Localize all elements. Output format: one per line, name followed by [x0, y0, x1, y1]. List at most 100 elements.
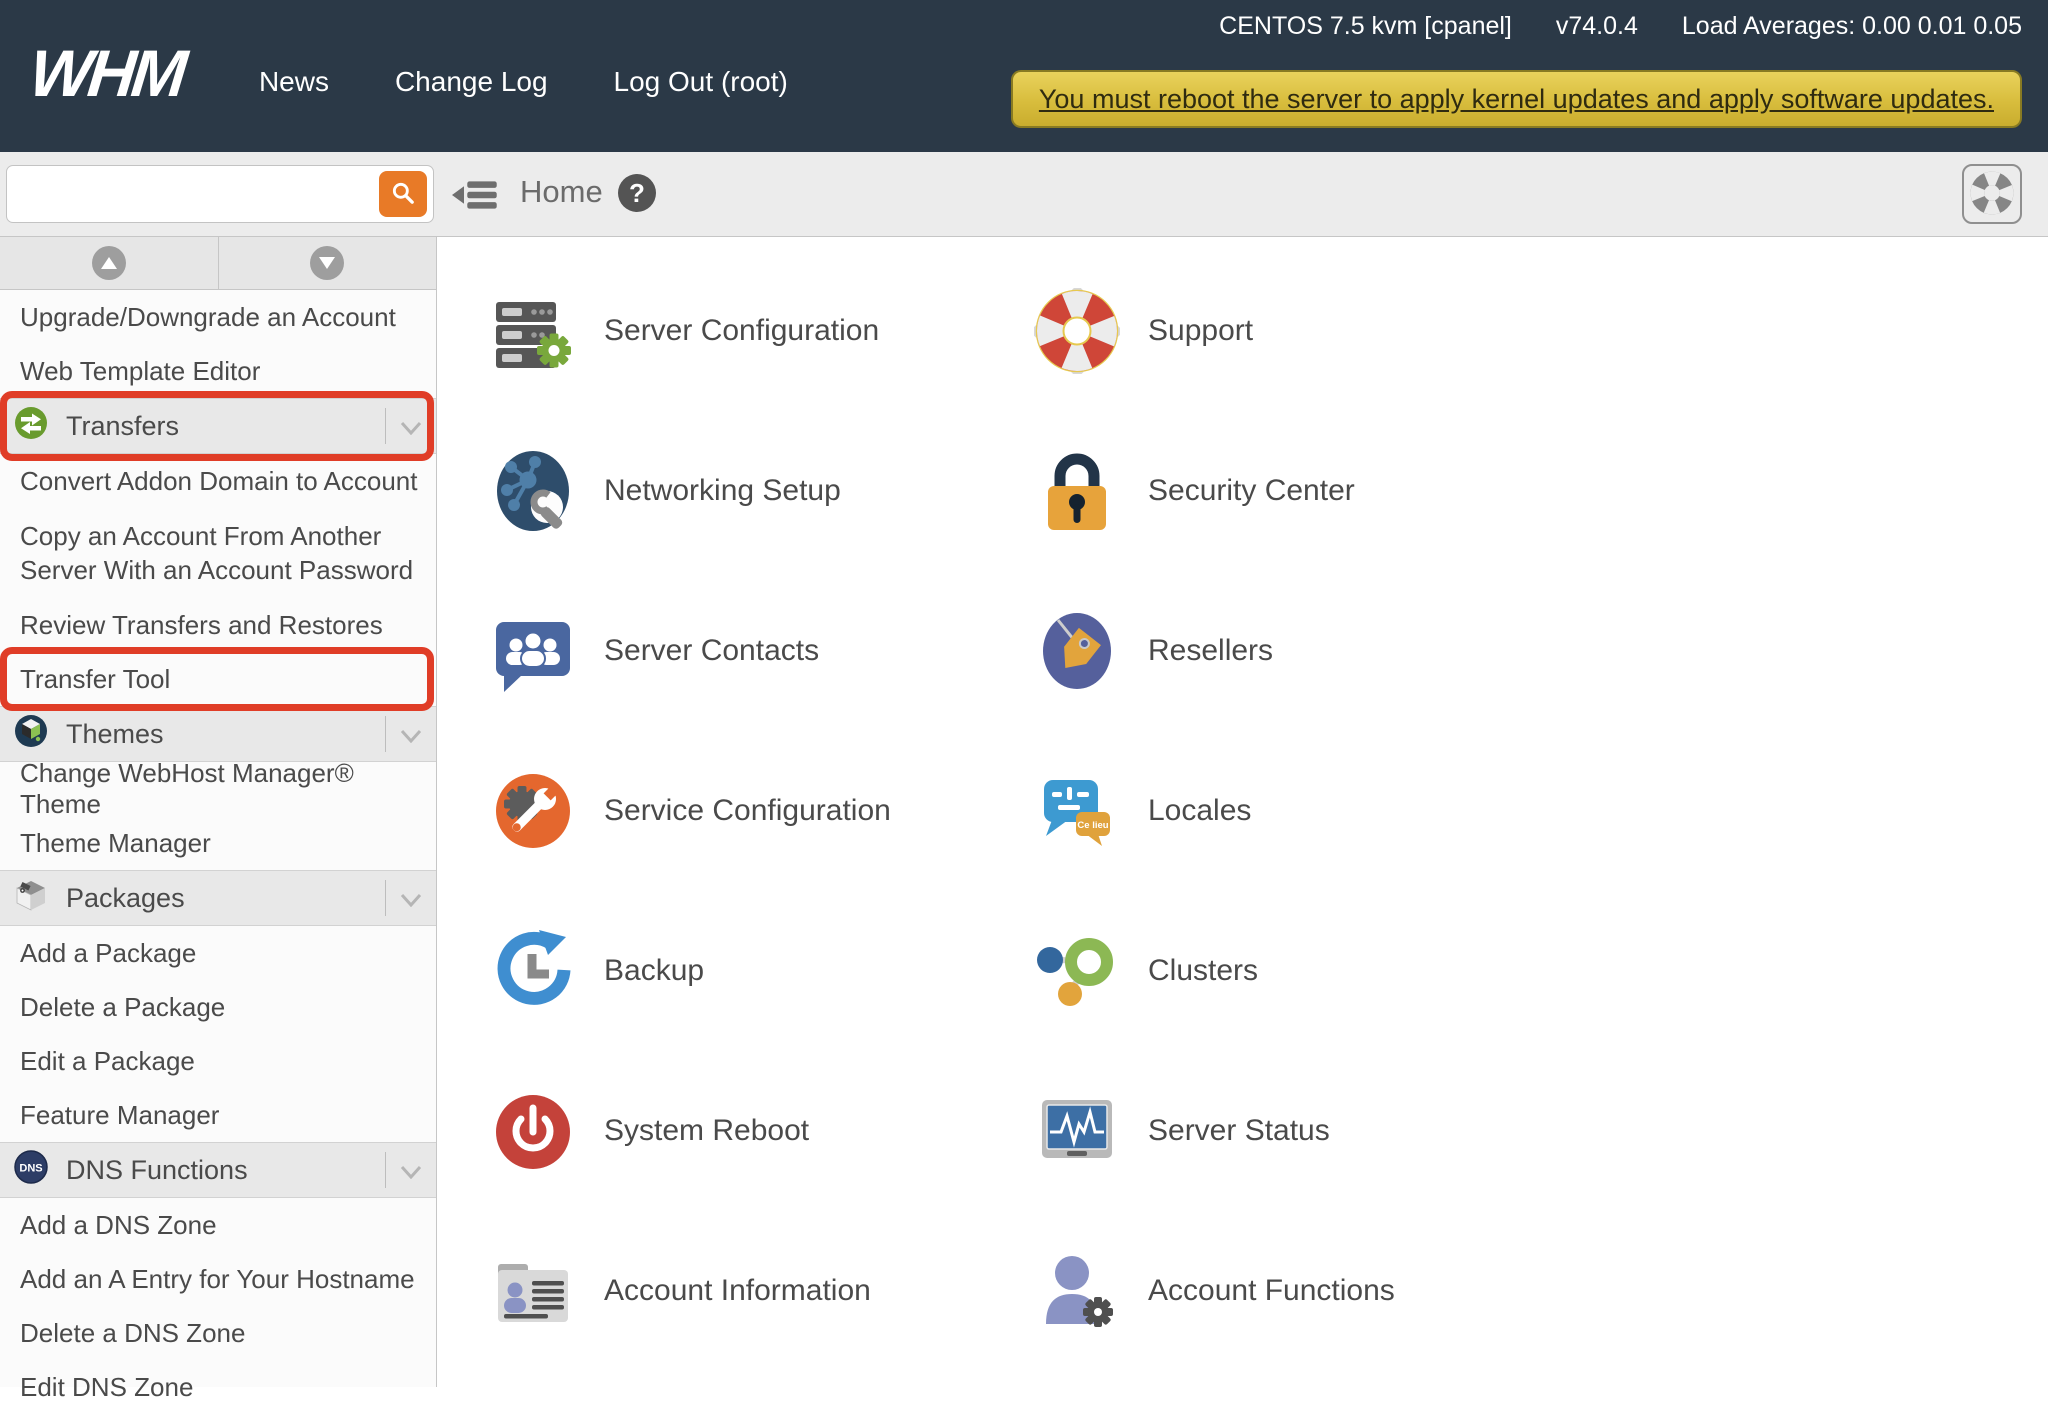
chevron-down-icon[interactable]	[400, 719, 422, 750]
scroll-up-button[interactable]	[0, 237, 219, 289]
help-icon[interactable]: ?	[618, 174, 656, 212]
sidebar-item-label: Copy an Account From Another Server With…	[20, 520, 414, 585]
chevron-down-icon[interactable]	[400, 883, 422, 914]
system-reboot-icon	[490, 1088, 576, 1174]
tile-service-configuration[interactable]: Service Configuration	[490, 731, 891, 891]
sidebar-item-review-transfers-restores[interactable]: Review Transfers and Restores	[0, 598, 436, 652]
sidebar-item-label: Change WebHost Manager® Theme	[20, 758, 354, 819]
sidebar-scroll-controls	[0, 237, 436, 290]
tile-label: Backup	[604, 954, 705, 987]
sidebar-search	[6, 165, 434, 223]
sidebar-item-theme-manager[interactable]: Theme Manager	[0, 816, 436, 870]
section-divider	[385, 408, 386, 444]
nav-log-out[interactable]: Log Out (root)	[614, 66, 788, 98]
dns-icon: DNS	[14, 1149, 48, 1191]
breadcrumb[interactable]: Home	[520, 174, 603, 210]
transfers-icon	[14, 406, 48, 447]
section-divider	[385, 1152, 386, 1188]
tile-label: Clusters	[1148, 954, 1259, 987]
tile-label: Locales	[1148, 794, 1252, 827]
sidebar-item-label: Delete a Package	[20, 991, 226, 1022]
sidebar-item-edit-dns-zone[interactable]: Edit DNS Zone	[0, 1360, 436, 1414]
sidebar-section-dns-functions[interactable]: DNS DNS Functions	[0, 1142, 436, 1198]
clusters-icon	[1034, 928, 1120, 1014]
arrow-up-icon	[91, 246, 126, 280]
sidebar-item-delete-package[interactable]: Delete a Package	[0, 980, 436, 1034]
tile-account-functions[interactable]: Account Functions	[1034, 1211, 1395, 1371]
themes-icon	[14, 714, 48, 755]
sidebar-item-web-template-editor[interactable]: Web Template Editor	[0, 344, 436, 398]
sidebar-item-add-a-entry-hostname[interactable]: Add an A Entry for Your Hostname	[0, 1252, 436, 1306]
tile-label: Server Status	[1148, 1114, 1330, 1147]
sidebar-item-add-dns-zone[interactable]: Add a DNS Zone	[0, 1198, 436, 1252]
help-symbol: ?	[629, 177, 645, 208]
whm-version: v74.0.4	[1555, 12, 1638, 40]
sidebar-item-transfer-tool[interactable]: Transfer Tool	[0, 647, 436, 711]
sidebar-item-label: Feature Manager	[20, 1099, 220, 1130]
tile-system-reboot[interactable]: System Reboot	[490, 1051, 809, 1211]
tile-row: Server Configuration Support	[438, 251, 2048, 411]
backup-icon	[490, 928, 576, 1014]
tile-label: Service Configuration	[604, 794, 891, 827]
tile-networking-setup[interactable]: Networking Setup	[490, 411, 841, 571]
tile-server-status[interactable]: Server Status	[1034, 1051, 1330, 1211]
sidebar-section-themes[interactable]: Themes	[0, 706, 436, 762]
top-bar: WHM News Change Log Log Out (root) CENTO…	[0, 0, 2048, 152]
arrow-down-icon	[310, 246, 345, 280]
whm-logo[interactable]: WHM	[26, 36, 197, 110]
system-info: CENTOS 7.5 kvm [cpanel] v74.0.4 Load Ave…	[1219, 12, 2022, 41]
sidebar-item-delete-dns-zone[interactable]: Delete a DNS Zone	[0, 1306, 436, 1360]
sidebar-item-edit-package[interactable]: Edit a Package	[0, 1034, 436, 1088]
chevron-down-icon[interactable]	[400, 411, 422, 442]
svg-text:DNS: DNS	[19, 1162, 42, 1174]
tile-server-contacts[interactable]: Server Contacts	[490, 571, 819, 731]
tile-security-center[interactable]: Security Center	[1034, 411, 1355, 571]
server-status-icon	[1034, 1088, 1120, 1174]
sidebar-section-packages[interactable]: Packages	[0, 870, 436, 926]
packages-icon	[14, 878, 48, 919]
sidebar-section-label: Packages	[66, 882, 185, 913]
tile-row: Server Contacts Resellers	[438, 571, 2048, 731]
sidebar-item-label: Add a DNS Zone	[20, 1209, 217, 1240]
chevron-down-icon[interactable]	[400, 1155, 422, 1186]
locales-icon: Ce lieu	[1034, 768, 1120, 854]
sidebar-item-feature-manager[interactable]: Feature Manager	[0, 1088, 436, 1142]
tile-server-configuration[interactable]: Server Configuration	[490, 251, 879, 411]
nav-news[interactable]: News	[259, 66, 329, 98]
tile-clusters[interactable]: Clusters	[1034, 891, 1258, 1051]
tile-label: Account Functions	[1148, 1274, 1395, 1307]
sidebar-section-transfers[interactable]: Transfers	[0, 391, 436, 461]
account-functions-icon	[1034, 1248, 1120, 1334]
collapse-sidebar-icon[interactable]	[452, 176, 500, 219]
server-contacts-icon	[490, 608, 576, 694]
tile-backup[interactable]: Backup	[490, 891, 704, 1051]
tile-resellers[interactable]: Resellers	[1034, 571, 1273, 731]
security-center-icon	[1034, 448, 1120, 534]
main-content: Server Configuration Support Networking …	[438, 238, 2048, 1387]
support-icon	[1029, 284, 1124, 379]
search-button[interactable]	[379, 171, 427, 217]
sidebar-item-add-package[interactable]: Add a Package	[0, 926, 436, 980]
service-configuration-icon	[490, 768, 576, 854]
sidebar-item-change-whm-theme[interactable]: Change WebHost Manager® Theme	[0, 758, 436, 819]
support-corner-button[interactable]	[1962, 164, 2022, 224]
tile-account-information[interactable]: Account Information	[490, 1211, 871, 1371]
tile-label: Security Center	[1148, 474, 1355, 507]
tile-label: Networking Setup	[604, 474, 841, 507]
search-input[interactable]	[7, 178, 379, 210]
reboot-alert-banner[interactable]: You must reboot the server to apply kern…	[1010, 70, 2022, 128]
sidebar-item-label: Add an A Entry for Your Hostname	[20, 1263, 415, 1294]
sidebar-item-label: Edit DNS Zone	[20, 1371, 194, 1402]
sidebar-item-upgrade-downgrade-account[interactable]: Upgrade/Downgrade an Account	[0, 290, 436, 344]
tile-label: Resellers	[1148, 634, 1274, 667]
section-divider	[385, 880, 386, 916]
scroll-down-button[interactable]	[218, 237, 436, 289]
sidebar-item-label: Edit a Package	[20, 1045, 195, 1076]
search-icon	[390, 180, 416, 209]
sidebar-item-convert-addon-domain[interactable]: Convert Addon Domain to Account	[0, 454, 436, 508]
sidebar-section-label: DNS Functions	[66, 1154, 248, 1185]
tile-locales[interactable]: Ce lieu Locales	[1034, 731, 1251, 891]
tile-support[interactable]: Support	[1029, 251, 1253, 411]
nav-change-log[interactable]: Change Log	[395, 66, 548, 98]
sidebar-item-copy-account[interactable]: Copy an Account From Another Server With…	[0, 508, 436, 598]
